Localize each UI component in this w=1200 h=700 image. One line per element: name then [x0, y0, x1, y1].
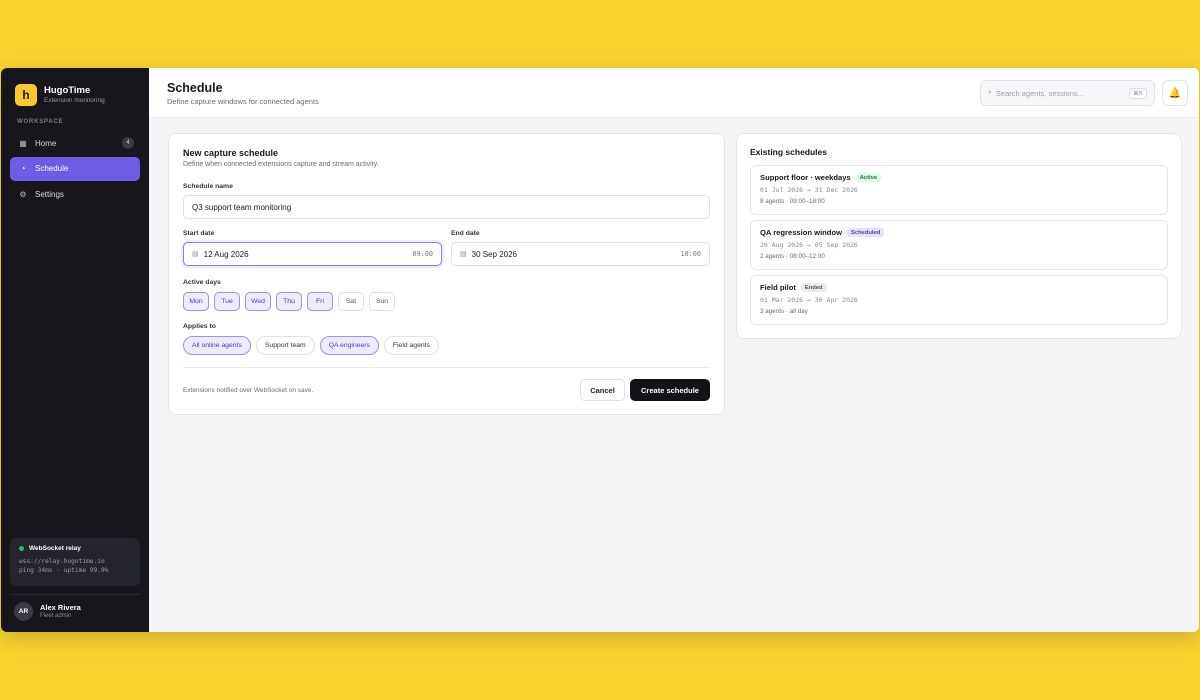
start-date-input[interactable]: ▤ 12 Aug 2026 09:00: [183, 242, 442, 266]
form-title: New capture schedule: [183, 148, 279, 158]
keyboard-shortcut-hint: ⌘K: [1128, 87, 1147, 99]
schedule-card[interactable]: Field pilot Ended 01 Mar 2026 → 30 Apr 2…: [750, 275, 1168, 325]
form-subtitle: Define when connected extensions capture…: [183, 161, 379, 168]
schedule-name-value: Q3 support team monitoring: [192, 202, 292, 212]
target-pill-support-team[interactable]: Support team: [255, 336, 315, 355]
brand-subtitle: Extension monitoring: [44, 97, 105, 104]
main-content: Schedule Define capture windows for conn…: [149, 68, 1199, 632]
status-badge: Scheduled: [847, 228, 885, 237]
relay-url: wss://relay.hugotime.io: [19, 558, 105, 565]
page-title: Schedule: [167, 81, 223, 95]
schedule-meta: 2 agents · 08:00–12:00: [760, 253, 825, 260]
schedule-name-input[interactable]: Q3 support team monitoring: [183, 195, 710, 219]
user-role: Fleet admin: [40, 613, 72, 619]
relay-title: WebSocket relay: [29, 545, 81, 552]
create-schedule-button[interactable]: Create schedule: [630, 379, 710, 401]
form-divider: [183, 367, 710, 368]
sidebar-item-label: Home: [35, 138, 57, 148]
schedule-name: QA regression window: [760, 228, 842, 237]
schedule-card[interactable]: QA regression window Scheduled 20 Aug 20…: [750, 220, 1168, 270]
schedule-name-label: Schedule name: [183, 183, 233, 190]
start-time-value: 09:00: [412, 250, 433, 258]
day-toggle-mon[interactable]: Mon: [183, 292, 209, 311]
schedule-meta: 8 agents · 09:00–18:00: [760, 198, 825, 205]
page-subtitle: Define capture windows for connected age…: [167, 97, 319, 106]
status-badge: Ended: [800, 283, 827, 292]
schedule-date-range: 01 Mar 2026 → 30 Apr 2026: [760, 296, 858, 304]
brand-name: HugoTime: [44, 85, 91, 96]
notification-count-badge: 4: [122, 137, 134, 149]
top-bar: Schedule Define capture windows for conn…: [149, 68, 1199, 118]
schedule-meta: 3 agents · all day: [760, 308, 808, 315]
active-days-label: Active days: [183, 279, 221, 286]
websocket-relay-status: WebSocket relay wss://relay.hugotime.io …: [10, 538, 140, 586]
target-pill-qa-engineers[interactable]: QA engineers: [319, 336, 379, 355]
cancel-button[interactable]: Cancel: [580, 379, 625, 401]
schedule-name: Support floor · weekdays: [760, 173, 851, 182]
end-date-value: 30 Sep 2026: [471, 249, 517, 259]
start-date-label: Start date: [183, 230, 215, 237]
calendar-icon: ▤: [192, 251, 199, 258]
clock-icon: ◔: [20, 164, 26, 173]
schedule-card[interactable]: Support floor · weekdays Active 01 Jul 2…: [750, 165, 1168, 215]
user-profile[interactable]: AR Alex Rivera Fleet admin: [14, 602, 81, 621]
sidebar: h HugoTime Extension monitoring WORKSPAC…: [1, 68, 149, 632]
save-note: Extensions notified over WebSocket on sa…: [183, 387, 314, 394]
sidebar-divider: [10, 594, 140, 595]
gear-icon: ⚙: [19, 189, 27, 199]
target-pill-all-online-agents[interactable]: All online agents: [183, 336, 251, 355]
app-window: h HugoTime Extension monitoring WORKSPAC…: [1, 68, 1199, 632]
active-days-selector: Mon Tue Wed Thu Fri Sat Sun: [183, 292, 400, 311]
user-name: Alex Rivera: [40, 603, 81, 612]
day-toggle-wed[interactable]: Wed: [245, 292, 271, 311]
calendar-icon: ▤: [460, 251, 467, 258]
bell-icon: 🔔: [1168, 87, 1182, 99]
avatar: AR: [14, 602, 33, 621]
search-icon: ⌕: [988, 89, 992, 96]
end-time-value: 18:00: [680, 250, 701, 258]
status-dot-icon: [19, 546, 24, 551]
applies-to-label: Applies to: [183, 323, 216, 330]
notifications-button[interactable]: 🔔: [1162, 80, 1188, 106]
search-input[interactable]: ⌕ Search agents, sessions… ⌘K: [980, 80, 1155, 106]
day-toggle-fri[interactable]: Fri: [307, 292, 333, 311]
existing-schedules-title: Existing schedules: [750, 147, 827, 157]
end-date-label: End date: [451, 230, 480, 237]
search-placeholder: Search agents, sessions…: [995, 88, 1086, 98]
day-toggle-sun[interactable]: Sun: [369, 292, 395, 311]
day-toggle-thu[interactable]: Thu: [276, 292, 302, 311]
status-badge: Active: [855, 173, 882, 182]
logo-icon: h: [15, 84, 37, 106]
new-schedule-form: New capture schedule Define when connect…: [168, 133, 725, 415]
relay-stats: ping 34ms · uptime 99.9%: [19, 567, 109, 574]
sidebar-item-settings[interactable]: ⚙ Settings: [10, 182, 140, 206]
workspace-section-label: WORKSPACE: [17, 119, 64, 125]
sidebar-item-schedule[interactable]: ◔ Schedule: [10, 156, 140, 181]
day-toggle-sat[interactable]: Sat: [338, 292, 364, 311]
day-toggle-tue[interactable]: Tue: [214, 292, 240, 311]
sidebar-item-label: Schedule: [35, 164, 69, 173]
target-pill-field-agents[interactable]: Field agents: [383, 336, 439, 355]
target-selector: All online agents Support team QA engine…: [183, 336, 444, 355]
schedule-date-range: 01 Jul 2026 → 31 Dec 2026: [760, 186, 858, 194]
brand[interactable]: h HugoTime Extension monitoring: [15, 84, 105, 106]
schedule-name: Field pilot: [760, 283, 796, 292]
sidebar-item-home[interactable]: ▦ Home 4: [10, 131, 140, 155]
schedule-date-range: 20 Aug 2026 → 05 Sep 2026: [760, 241, 858, 249]
grid-icon: ▦: [19, 138, 27, 148]
end-date-input[interactable]: ▤ 30 Sep 2026 18:00: [451, 242, 710, 266]
existing-schedules-panel: Existing schedules Support floor · weekd…: [736, 133, 1182, 339]
sidebar-item-label: Settings: [35, 189, 64, 199]
sidebar-nav: ▦ Home 4 ◔ Schedule ⚙ Settings: [10, 131, 140, 208]
start-date-value: 12 Aug 2026: [203, 249, 249, 259]
